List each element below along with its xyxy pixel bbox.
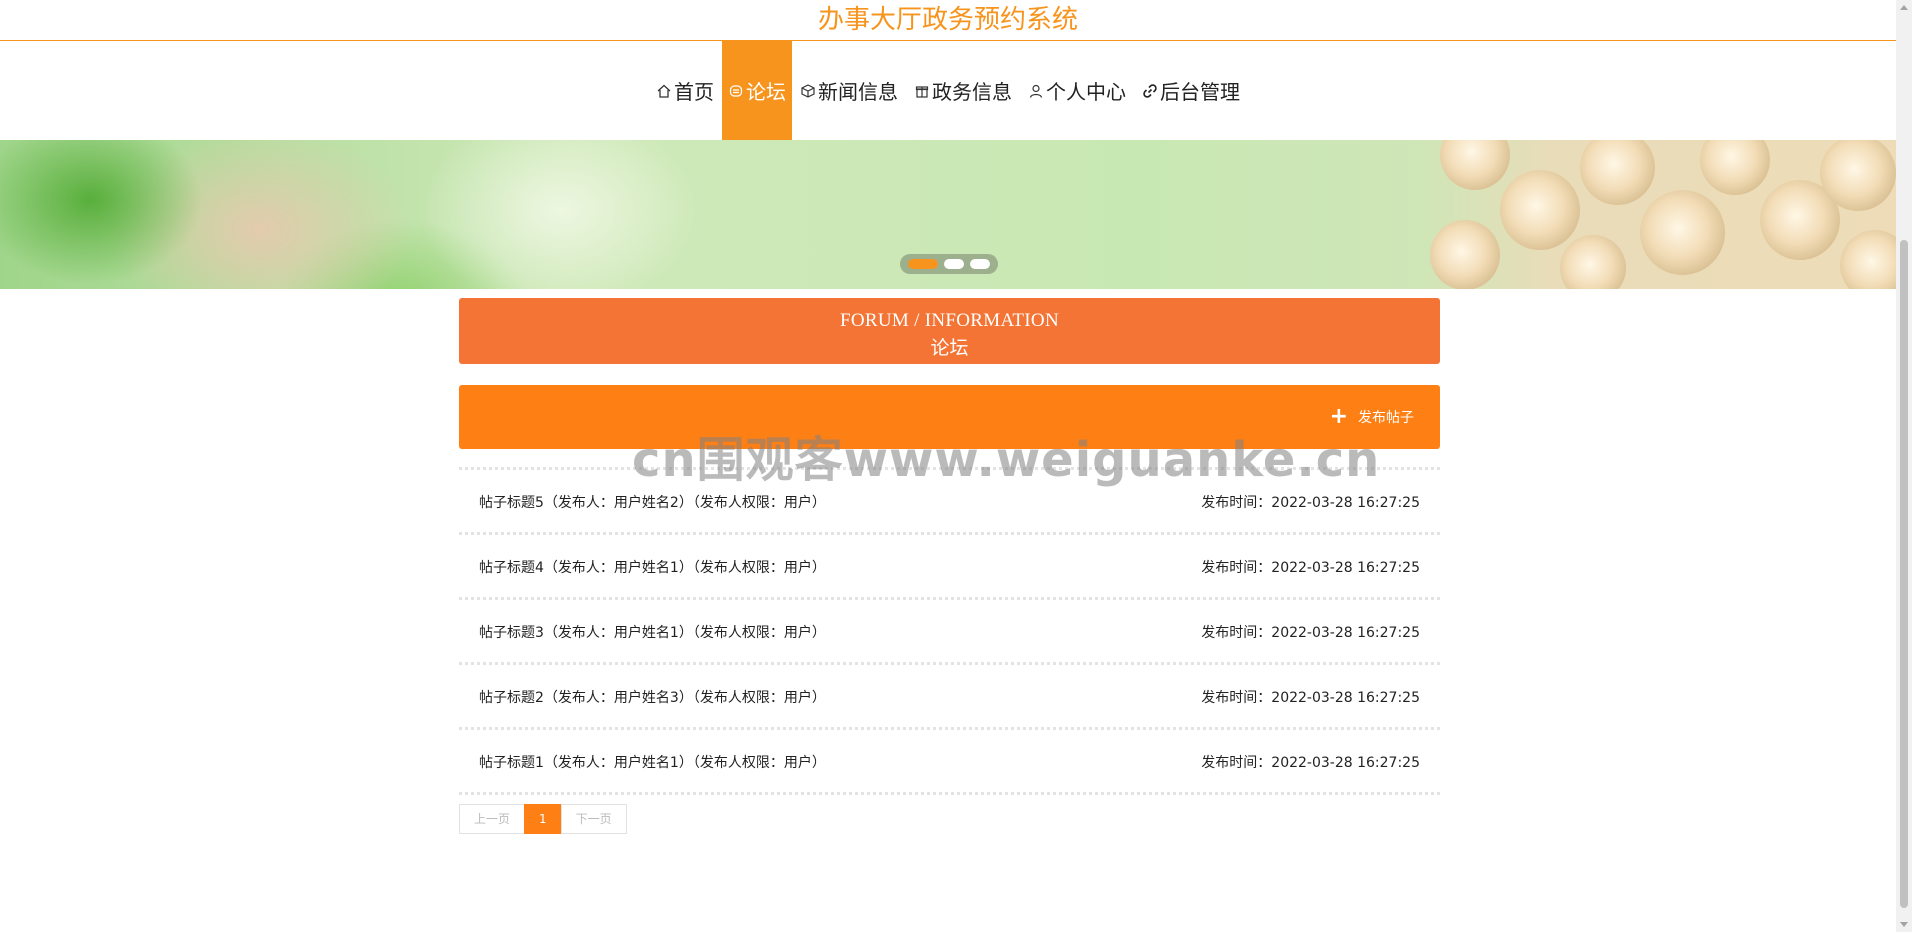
post-time: 发布时间：2022-03-28 16:27:25 xyxy=(1201,560,1420,576)
nav-item-gov-info[interactable]: 政务信息 xyxy=(906,41,1020,140)
post-row[interactable]: 帖子标题2（发布人：用户姓名3）（发布人权限：用户） 发布时间：2022-03-… xyxy=(459,662,1440,727)
nav-label-personal-center: 个人中心 xyxy=(1046,80,1126,104)
banner-decoration xyxy=(1500,170,1580,250)
post-title[interactable]: 帖子标题5（发布人：用户姓名2）（发布人权限：用户） xyxy=(479,492,826,512)
banner-decoration xyxy=(1820,140,1896,211)
next-page-button[interactable]: 下一页 xyxy=(560,804,627,834)
post-title[interactable]: 帖子标题1（发布人：用户姓名1）（发布人权限：用户） xyxy=(479,752,826,772)
banner-decoration xyxy=(1440,140,1510,190)
post-row[interactable]: 帖子标题4（发布人：用户姓名1）（发布人权限：用户） 发布时间：2022-03-… xyxy=(459,532,1440,597)
forum-header: FORUM / INFORMATION 论坛 xyxy=(459,298,1440,364)
banner-decoration xyxy=(1840,230,1896,289)
home-icon xyxy=(657,84,671,98)
list-divider xyxy=(459,792,1440,795)
nav-label-home: 首页 xyxy=(674,80,714,104)
forum-header-cn: 论坛 xyxy=(930,337,969,359)
nav-item-news[interactable]: 新闻信息 xyxy=(792,41,906,140)
post-row[interactable]: 帖子标题1（发布人：用户姓名1）（发布人权限：用户） 发布时间：2022-03-… xyxy=(459,727,1440,792)
cube-icon xyxy=(801,83,815,98)
nav-item-forum[interactable]: 论坛 xyxy=(722,41,792,140)
post-time: 发布时间：2022-03-28 16:27:25 xyxy=(1201,755,1420,771)
post-time: 发布时间：2022-03-28 16:27:25 xyxy=(1201,495,1420,511)
nav-label-gov-info: 政务信息 xyxy=(932,80,1012,104)
pagination: 上一页 1 下一页 xyxy=(459,804,627,834)
banner-decoration xyxy=(1560,235,1626,289)
post-title[interactable]: 帖子标题3（发布人：用户姓名1）（发布人权限：用户） xyxy=(479,622,826,642)
post-time: 发布时间：2022-03-28 16:27:25 xyxy=(1201,625,1420,641)
gift-icon xyxy=(915,85,929,98)
scroll-down-arrow-icon[interactable] xyxy=(1900,922,1908,927)
page-1-button[interactable]: 1 xyxy=(524,804,562,834)
post-time: 发布时间：2022-03-28 16:27:25 xyxy=(1201,690,1420,706)
nav-label-admin: 后台管理 xyxy=(1160,80,1240,104)
banner-decoration xyxy=(1640,190,1725,275)
prev-page-button[interactable]: 上一页 xyxy=(459,804,526,834)
site-title: 办事大厅政务预约系统 xyxy=(0,0,1896,41)
nav-label-news: 新闻信息 xyxy=(818,80,898,104)
carousel-indicators xyxy=(900,254,998,274)
watermark: cn围观客www.weiguanke.cn xyxy=(632,432,1381,488)
banner-decoration xyxy=(1700,140,1770,195)
forum-header-en: FORUM / INFORMATION xyxy=(840,310,1059,331)
banner-decoration xyxy=(1430,220,1500,289)
forum-icon xyxy=(729,84,743,97)
nav-item-home[interactable]: 首页 xyxy=(648,41,722,140)
link-icon xyxy=(1143,83,1157,98)
nav-label-forum: 论坛 xyxy=(746,80,786,104)
nav-item-admin[interactable]: 后台管理 xyxy=(1134,41,1248,140)
carousel-dot-1[interactable] xyxy=(908,259,938,269)
nav-item-personal-center[interactable]: 个人中心 xyxy=(1020,41,1134,140)
user-icon xyxy=(1029,84,1043,98)
post-list: 帖子标题5（发布人：用户姓名2）（发布人权限：用户） 发布时间：2022-03-… xyxy=(459,467,1440,795)
post-title[interactable]: 帖子标题4（发布人：用户姓名1）（发布人权限：用户） xyxy=(479,557,826,577)
post-row[interactable]: 帖子标题3（发布人：用户姓名1）（发布人权限：用户） 发布时间：2022-03-… xyxy=(459,597,1440,662)
carousel-dot-2[interactable] xyxy=(944,259,964,269)
scrollbar-thumb[interactable] xyxy=(1900,240,1908,908)
main-nav: 首页 论坛 新闻信息 政务信息 个人中心 后台管理 xyxy=(0,41,1896,140)
page-scrollbar[interactable] xyxy=(1896,0,1912,932)
carousel-dot-3[interactable] xyxy=(970,259,990,269)
scroll-up-arrow-icon[interactable] xyxy=(1900,5,1908,10)
banner-decoration xyxy=(1580,140,1655,205)
post-title[interactable]: 帖子标题2（发布人：用户姓名3）（发布人权限：用户） xyxy=(479,687,826,707)
